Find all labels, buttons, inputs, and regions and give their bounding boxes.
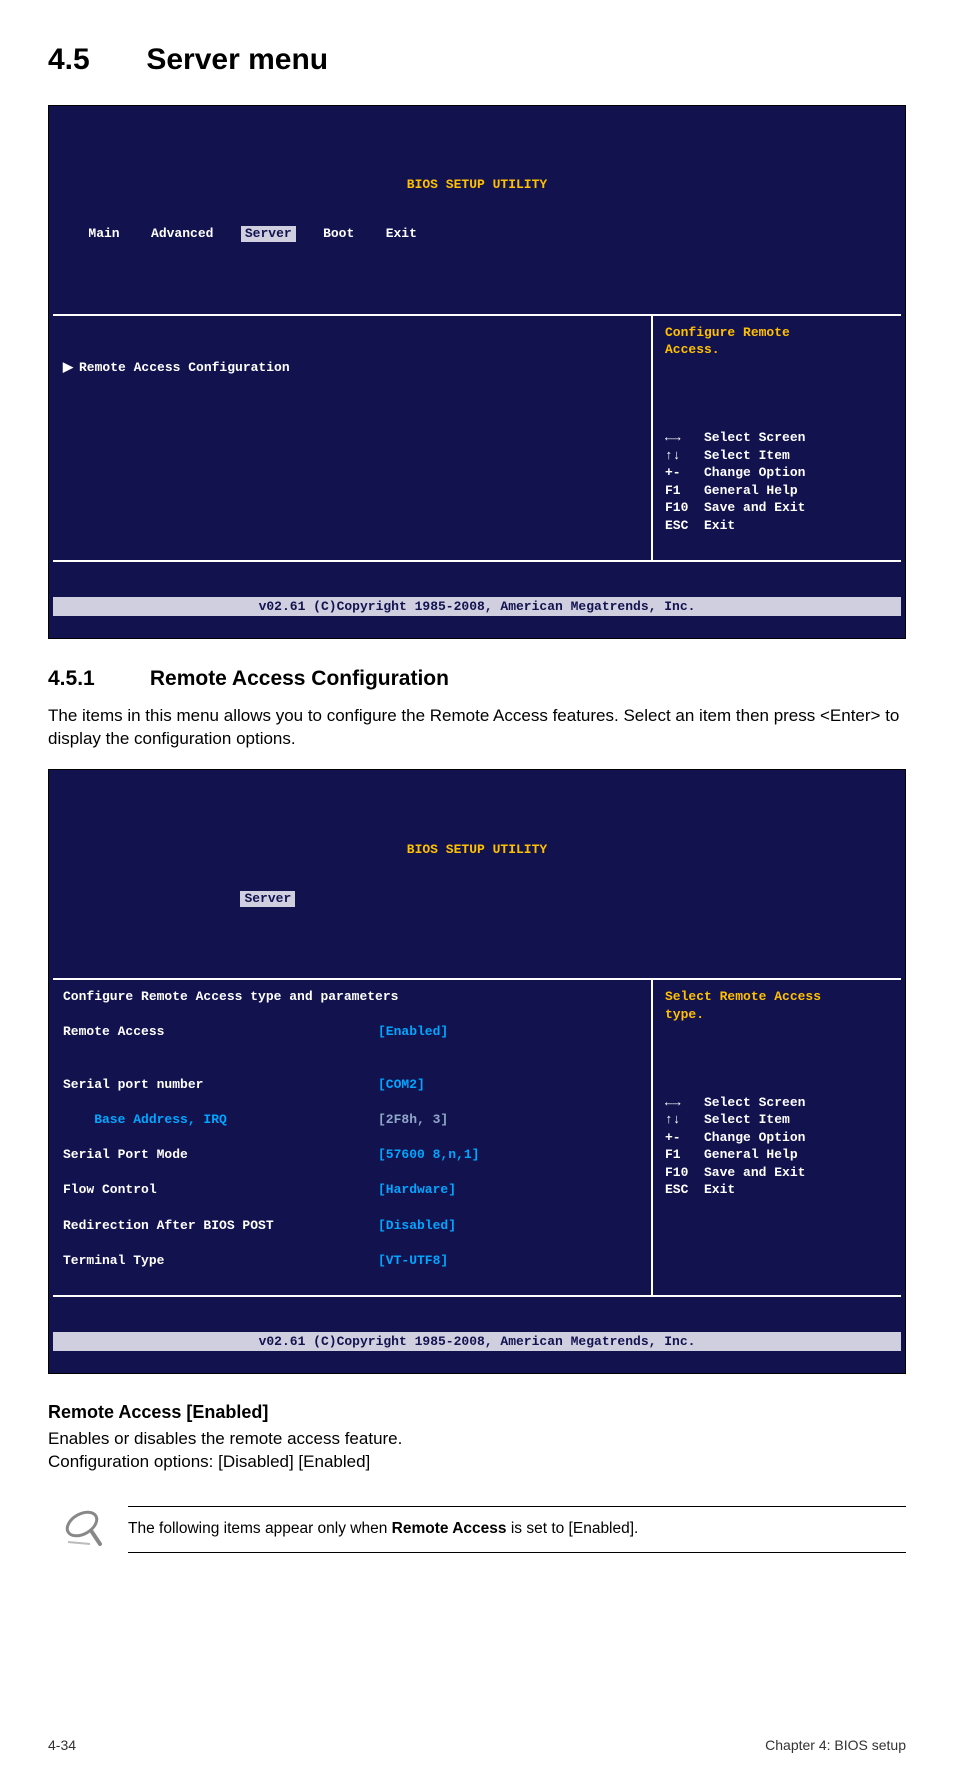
setting-label: Flow Control <box>63 1181 378 1199</box>
chapter-label: Chapter 4: BIOS setup <box>765 1736 906 1755</box>
setting-label: Remote Access <box>63 1023 378 1041</box>
help-text: Select Remote Access type. <box>665 989 821 1022</box>
bios-header: BIOS SETUP UTILITY Main Advanced Server … <box>49 141 905 279</box>
note-text-bold: Remote Access <box>392 1520 507 1537</box>
section-number: 4.5 <box>48 40 138 81</box>
note-text-post: is set to [Enabled]. <box>507 1520 639 1537</box>
page-number: 4-34 <box>48 1736 76 1755</box>
menu-item-label: Remote Access Configuration <box>79 360 290 375</box>
tab-advanced[interactable]: Advanced <box>147 226 217 242</box>
note-icon <box>48 1502 120 1556</box>
setting-label: Base Address, IRQ <box>63 1111 378 1129</box>
setting-value: [Enabled] <box>378 1023 448 1041</box>
option-heading: Remote Access [Enabled] <box>48 1400 906 1424</box>
section-heading: 4.5 Server menu <box>48 40 906 81</box>
bios-left-pane: ▶Remote Access Configuration <box>53 314 653 562</box>
bios-copyright: v02.61 (C)Copyright 1985-2008, American … <box>53 597 901 617</box>
pane-heading: Configure Remote Access type and paramet… <box>63 989 398 1004</box>
setting-value: [VT-UTF8] <box>378 1252 448 1270</box>
subsection-title: Remote Access Configuration <box>150 667 449 690</box>
setting-row[interactable]: Serial port number[COM2] <box>63 1076 641 1094</box>
setting-value: [Disabled] <box>378 1217 456 1235</box>
bios-copyright: v02.61 (C)Copyright 1985-2008, American … <box>53 1332 901 1352</box>
setting-value: [2F8h, 3] <box>378 1111 448 1129</box>
bios-body: Configure Remote Access type and paramet… <box>49 978 905 1300</box>
bios-right-pane: Select Remote Access type. ←→ Select Scr… <box>653 978 901 1296</box>
section-title-text: Server menu <box>146 43 328 76</box>
tab-boot[interactable]: Boot <box>319 226 358 242</box>
setting-row[interactable]: Serial Port Mode[57600 8,n,1] <box>63 1146 641 1164</box>
menu-item-remote-access-config[interactable]: ▶Remote Access Configuration <box>63 341 641 376</box>
setting-row-readonly: Base Address, IRQ[2F8h, 3] <box>63 1111 641 1129</box>
option-description: Enables or disables the remote access fe… <box>48 1428 906 1451</box>
setting-label: Terminal Type <box>63 1252 378 1270</box>
bios-tabs: Main Advanced Server Boot Exit <box>61 226 893 242</box>
bios-title: BIOS SETUP UTILITY <box>61 842 893 858</box>
setting-value: [57600 8,n,1] <box>378 1146 479 1164</box>
bios-title: BIOS SETUP UTILITY <box>61 177 893 193</box>
key-legend: ←→ Select Screen ↑↓ Select Item +- Chang… <box>665 1095 805 1198</box>
setting-value: [Hardware] <box>378 1181 456 1199</box>
tab-exit[interactable]: Exit <box>382 226 421 242</box>
page-footer: 4-34 Chapter 4: BIOS setup <box>48 1736 906 1755</box>
bios-tabs: Server <box>61 891 893 907</box>
setting-row[interactable]: Terminal Type[VT-UTF8] <box>63 1252 641 1270</box>
bios-header: BIOS SETUP UTILITY Server <box>49 805 905 943</box>
note-text: The following items appear only when Rem… <box>128 1506 906 1553</box>
tab-server[interactable]: Server <box>240 891 295 907</box>
help-text: Configure Remote Access. <box>665 325 790 358</box>
setting-label: Serial port number <box>63 1076 378 1094</box>
setting-row[interactable]: Remote Access[Enabled] <box>63 1023 641 1041</box>
note-text-pre: The following items appear only when <box>128 1520 392 1537</box>
bios-left-pane: Configure Remote Access type and paramet… <box>53 978 653 1296</box>
bios-body: ▶Remote Access Configuration Configure R… <box>49 314 905 566</box>
key-legend: ←→ Select Screen ↑↓ Select Item +- Chang… <box>665 430 805 533</box>
note-block: The following items appear only when Rem… <box>48 1502 906 1556</box>
setting-row[interactable]: Redirection After BIOS POST[Disabled] <box>63 1217 641 1235</box>
subsection-description: The items in this menu allows you to con… <box>48 705 906 751</box>
setting-label: Serial Port Mode <box>63 1146 378 1164</box>
setting-row[interactable]: Flow Control[Hardware] <box>63 1181 641 1199</box>
bios-screenshot-server-menu: BIOS SETUP UTILITY Main Advanced Server … <box>48 105 906 639</box>
setting-value: [COM2] <box>378 1076 425 1094</box>
option-config-options: Configuration options: [Disabled] [Enabl… <box>48 1451 906 1474</box>
subsection-number: 4.5.1 <box>48 665 144 693</box>
bios-screenshot-remote-access: BIOS SETUP UTILITY Server Configure Remo… <box>48 769 906 1374</box>
tab-main[interactable]: Main <box>84 226 123 242</box>
subsection-heading: 4.5.1 Remote Access Configuration <box>48 665 906 693</box>
tab-server[interactable]: Server <box>241 226 296 242</box>
setting-label: Redirection After BIOS POST <box>63 1217 378 1235</box>
bios-right-pane: Configure Remote Access. ←→ Select Scree… <box>653 314 901 562</box>
submenu-arrow-icon: ▶ <box>63 359 79 377</box>
